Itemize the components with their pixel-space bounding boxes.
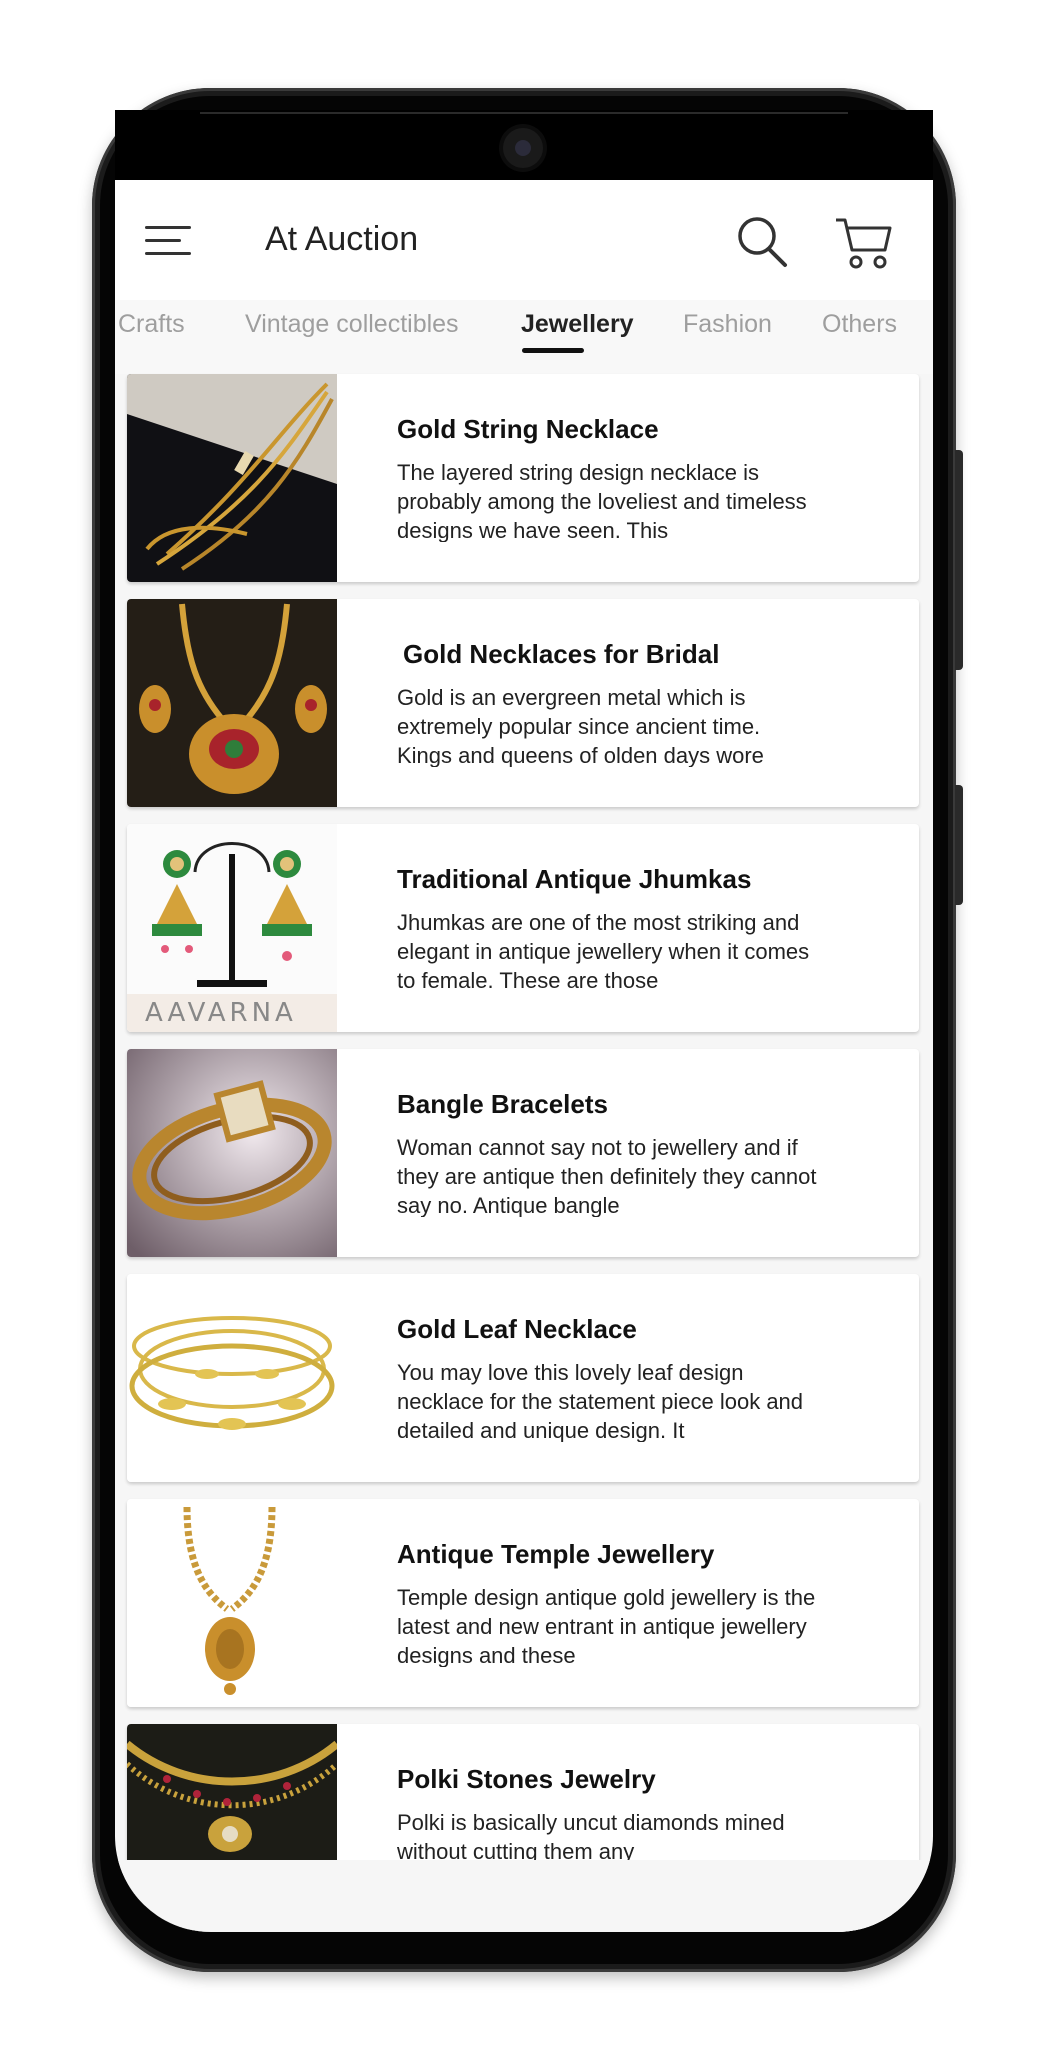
tab-fashion[interactable]: Fashion [683,310,772,339]
item-title: Gold String Necklace [397,414,659,444]
app-screen: At Auction Crafts Vintage collectibles J… [115,180,933,1932]
item-title: Gold Leaf Necklace [397,1314,637,1344]
phone-side-button [955,450,963,670]
tab-jewellery[interactable]: Jewellery [521,310,634,339]
list-item[interactable]: Gold String Necklace The layered string … [127,374,919,582]
bangle-bracelet-image [127,1049,337,1257]
item-title: Gold Necklaces for Bridal [403,639,720,669]
cart-icon[interactable] [833,212,893,272]
item-description: Temple design antique gold jewellery is … [397,1585,816,1667]
page-title: At Auction [265,220,419,258]
item-title: Bangle Bracelets [397,1089,608,1119]
tab-crafts[interactable]: Crafts [118,310,185,339]
list-item[interactable]: Gold Necklaces for Bridal Gold is an eve… [127,599,919,807]
app-bar: At Auction [115,180,933,300]
bottom-safe-area [115,1860,933,1932]
list-item[interactable]: AAVARNA Traditional Antique Jhumkas Jhum… [127,824,919,1032]
item-description: Gold is an evergreen metal which is extr… [397,685,764,767]
gold-leaf-necklace-image [127,1274,337,1482]
item-description: You may love this lovely leaf design nec… [397,1360,804,1442]
active-tab-indicator [522,348,584,353]
phone-side-button [955,785,963,905]
bridal-necklace-image [127,599,337,807]
list-item[interactable]: Antique Temple Jewellery Temple design a… [127,1499,919,1707]
gold-string-necklace-image [127,374,337,582]
aavarna-watermark: AAVARNA [145,998,297,1028]
tab-others[interactable]: Others [822,310,897,339]
item-title: Antique Temple Jewellery [397,1539,715,1569]
item-description: The layered string design necklace is pr… [397,460,807,542]
item-title: Traditional Antique Jhumkas [397,864,752,894]
phone-earpiece [200,112,848,114]
front-camera [503,128,543,168]
tab-vintage-collectibles[interactable]: Vintage collectibles [245,310,459,339]
item-title: Polki Stones Jewelry [397,1764,656,1794]
item-description: Woman cannot say not to jewellery and if… [397,1135,817,1217]
category-tabs: Crafts Vintage collectibles Jewellery Fa… [115,300,933,374]
list-item[interactable]: Gold Leaf Necklace You may love this lov… [127,1274,919,1482]
search-icon[interactable] [735,214,791,270]
list-item[interactable]: Bangle Bracelets Woman cannot say not to… [127,1049,919,1257]
item-description: Polki is basically uncut diamonds mined … [397,1810,785,1864]
item-description: Jhumkas are one of the most striking and… [397,910,810,992]
temple-jewellery-image [127,1499,337,1707]
hamburger-menu-icon[interactable] [145,224,193,260]
